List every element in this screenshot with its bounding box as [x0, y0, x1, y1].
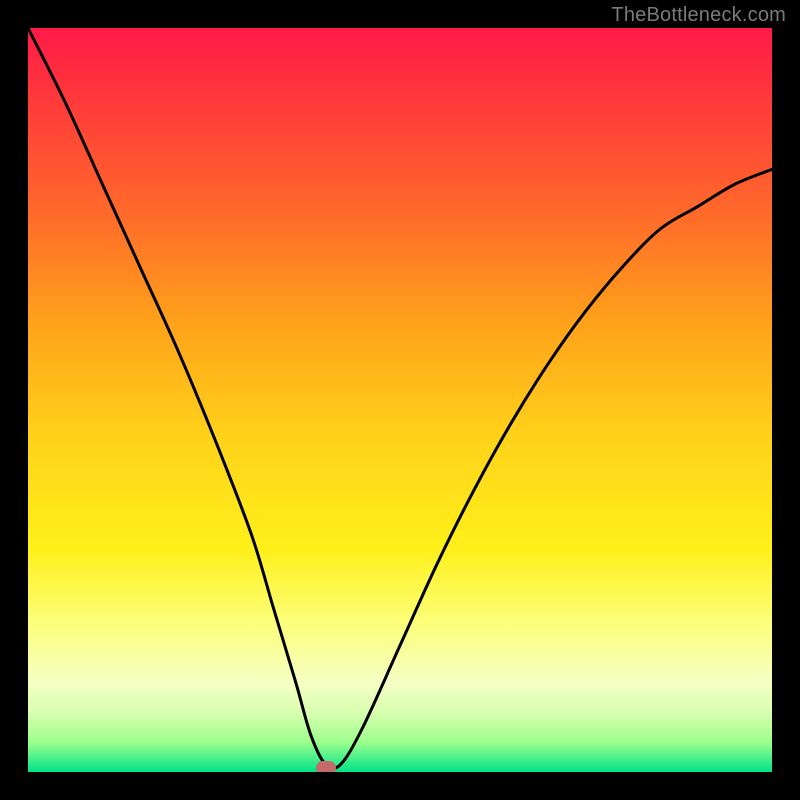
chart-plot-area: [28, 28, 772, 772]
optimal-point-marker: [316, 761, 336, 772]
watermark-text: TheBottleneck.com: [611, 4, 786, 27]
chart-frame: TheBottleneck.com: [0, 0, 800, 800]
gradient-background: [28, 28, 772, 772]
